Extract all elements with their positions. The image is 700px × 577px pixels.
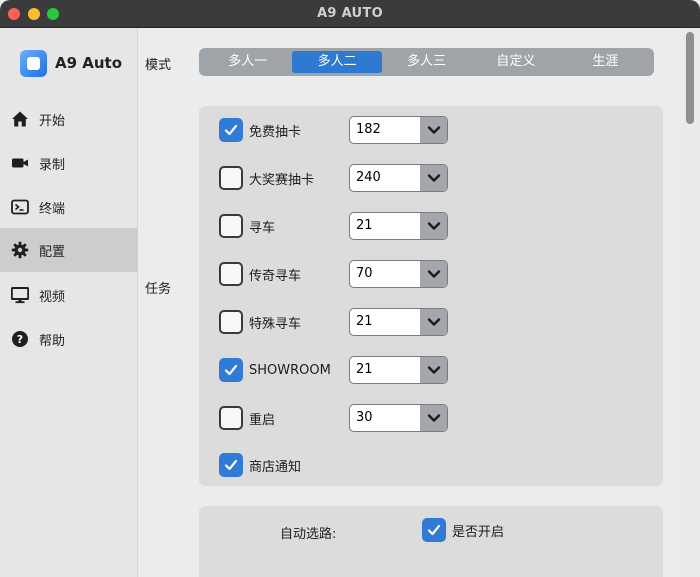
select-value: 240 <box>356 170 381 185</box>
chevron-down-icon <box>420 357 447 383</box>
select-value: 21 <box>356 218 373 233</box>
mode-label: 模式 <box>145 58 172 73</box>
auto-route-label: 自动选路: <box>280 527 337 542</box>
tab-mode-career[interactable]: 生涯 <box>561 51 650 73</box>
home-icon <box>11 110 29 128</box>
task-count-select[interactable]: 21 <box>349 212 448 240</box>
task-name: 大奖赛抽卡 <box>249 172 315 188</box>
chevron-down-icon <box>420 213 447 239</box>
select-value: 21 <box>356 314 373 329</box>
task-count-select[interactable]: 240 <box>349 164 448 192</box>
task-row: SHOWROOM <box>219 357 331 383</box>
tab-mode-2[interactable]: 多人二 <box>292 51 382 73</box>
sidebar-item-help[interactable]: ? 帮助 <box>0 317 138 361</box>
title-bar: A9 AUTO <box>0 0 700 28</box>
vertical-scrollbar[interactable] <box>682 28 700 577</box>
task-row: 传奇寻车 <box>219 261 301 287</box>
sidebar: A9 Auto 开始 录制 终端 配置 视频 ? 帮助 <box>0 28 138 577</box>
chevron-down-icon <box>420 261 447 287</box>
task-name: 免费抽卡 <box>249 124 302 140</box>
task-checkbox[interactable] <box>219 214 243 238</box>
task-panel: 免费抽卡 182 大奖赛抽卡 240 寻车 21 传奇寻车 70 特殊寻车 21… <box>199 106 663 486</box>
sidebar-item-label: 视频 <box>39 289 66 305</box>
select-value: 30 <box>356 410 373 425</box>
task-name: 寻车 <box>249 220 276 236</box>
task-checkbox[interactable] <box>219 406 243 430</box>
task-count-select[interactable]: 30 <box>349 404 448 432</box>
scrollbar-thumb[interactable] <box>686 32 694 124</box>
terminal-icon <box>11 198 29 216</box>
mode-segmented-control: 多人一 多人二 多人三 自定义 生涯 <box>199 48 654 76</box>
brand: A9 Auto <box>20 49 122 77</box>
select-value: 182 <box>356 122 381 137</box>
sidebar-item-label: 录制 <box>39 157 66 173</box>
task-checkbox[interactable] <box>219 262 243 286</box>
sidebar-item-config[interactable]: 配置 <box>0 228 138 272</box>
chevron-down-icon <box>420 309 447 335</box>
sidebar-item-record[interactable]: 录制 <box>0 141 138 185</box>
window-title: A9 AUTO <box>317 6 383 21</box>
sidebar-item-label: 帮助 <box>39 333 66 349</box>
chevron-down-icon <box>420 165 447 191</box>
sidebar-item-label: 配置 <box>39 244 66 260</box>
svg-text:?: ? <box>17 333 23 346</box>
camera-icon <box>11 154 29 172</box>
task-count-select[interactable]: 21 <box>349 308 448 336</box>
task-row: 商店通知 <box>219 452 301 478</box>
task-name: 重启 <box>249 412 276 428</box>
task-checkbox[interactable] <box>219 310 243 334</box>
gear-icon <box>11 241 29 259</box>
app-window: A9 AUTO A9 Auto 开始 录制 终端 配置 视频 ? 帮助 模式 多… <box>0 0 700 577</box>
sidebar-item-label: 开始 <box>39 113 66 129</box>
tab-mode-1[interactable]: 多人一 <box>203 51 292 73</box>
chevron-down-icon <box>420 405 447 431</box>
task-name: 商店通知 <box>249 459 302 475</box>
select-value: 70 <box>356 266 373 281</box>
task-checkbox[interactable] <box>219 118 243 142</box>
auto-route-panel: 自动选路: 是否开启 <box>199 506 663 577</box>
task-count-select[interactable]: 70 <box>349 260 448 288</box>
tab-mode-3[interactable]: 多人三 <box>382 51 471 73</box>
task-name: SHOWROOM <box>249 362 331 378</box>
task-row: 重启 <box>219 405 275 431</box>
task-count-select[interactable]: 182 <box>349 116 448 144</box>
help-icon: ? <box>11 330 29 348</box>
task-name: 特殊寻车 <box>249 316 302 332</box>
select-value: 21 <box>356 362 373 377</box>
task-count-select[interactable]: 21 <box>349 356 448 384</box>
app-logo-icon <box>20 49 47 77</box>
task-row: 特殊寻车 <box>219 309 301 335</box>
task-row: 免费抽卡 <box>219 117 301 143</box>
sidebar-item-label: 终端 <box>39 201 66 217</box>
task-checkbox[interactable] <box>219 358 243 382</box>
task-row: 寻车 <box>219 213 275 239</box>
auto-route-toggle: 是否开启 <box>422 518 504 542</box>
auto-route-checkbox-label: 是否开启 <box>452 524 505 540</box>
brand-name: A9 Auto <box>55 54 123 72</box>
task-row: 大奖赛抽卡 <box>219 165 314 191</box>
task-label: 任务 <box>145 282 172 297</box>
auto-route-checkbox[interactable] <box>422 518 446 542</box>
chevron-down-icon <box>420 117 447 143</box>
sidebar-item-terminal[interactable]: 终端 <box>0 185 138 229</box>
monitor-icon <box>11 286 29 304</box>
sidebar-item-start[interactable]: 开始 <box>0 97 138 141</box>
tab-mode-custom[interactable]: 自定义 <box>471 51 560 73</box>
task-checkbox[interactable] <box>219 453 243 477</box>
task-name: 传奇寻车 <box>249 268 302 284</box>
sidebar-item-video[interactable]: 视频 <box>0 273 138 317</box>
task-checkbox[interactable] <box>219 166 243 190</box>
